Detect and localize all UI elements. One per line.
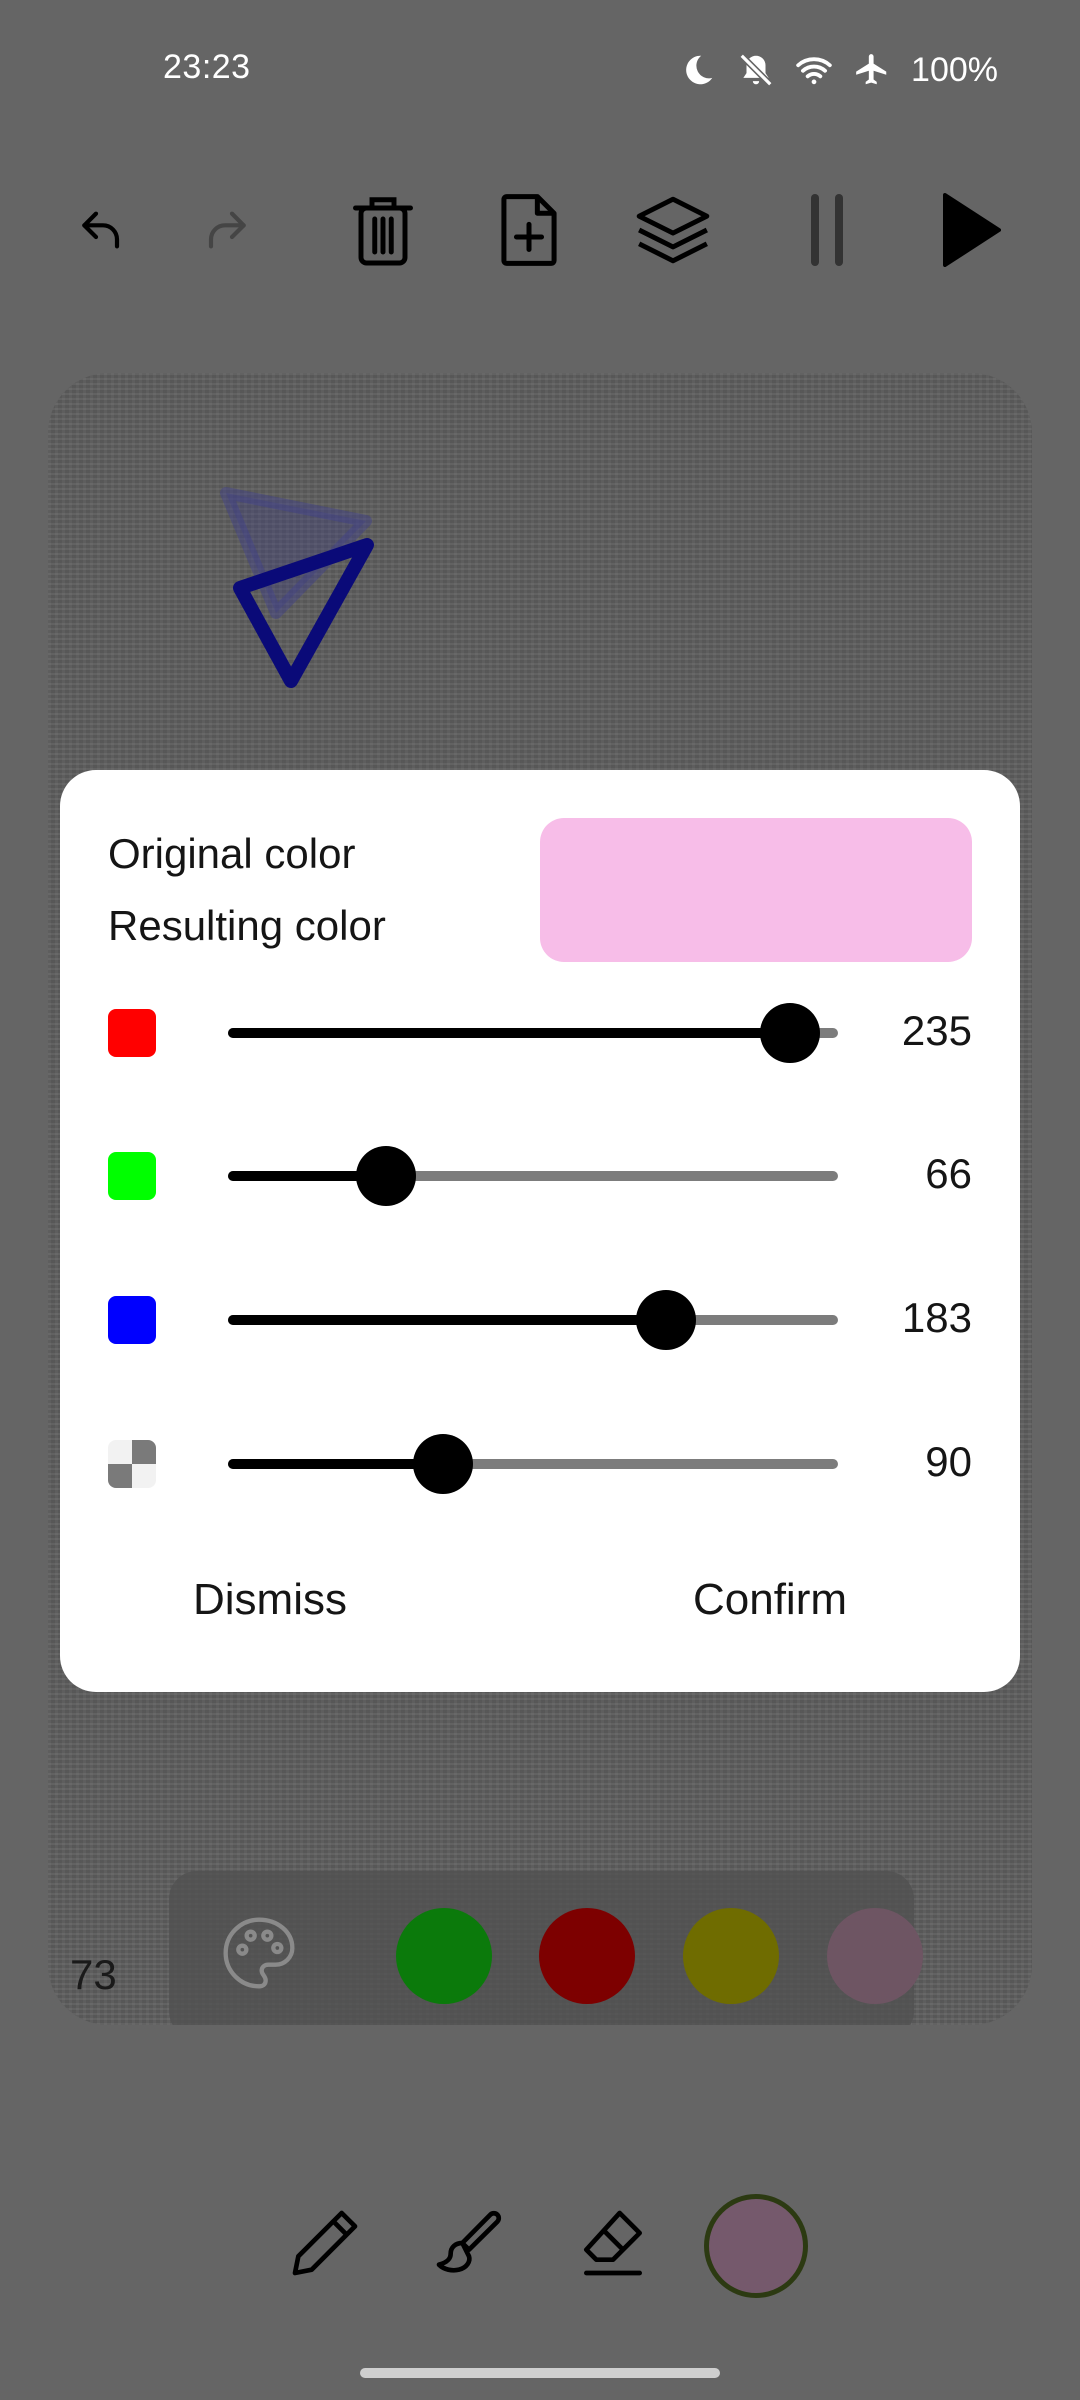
- top-toolbar: [0, 170, 1080, 290]
- palette-button[interactable]: [209, 1905, 309, 2005]
- green-value: 66: [925, 1150, 972, 1197]
- layers-button[interactable]: [618, 170, 728, 290]
- trash-icon: [350, 191, 416, 269]
- blue-value: 183: [901, 1294, 972, 1341]
- color-picker-dialog: Original color Resulting color 235 66 18…: [60, 770, 1020, 1692]
- wifi-icon: [795, 51, 833, 89]
- play-button[interactable]: [916, 170, 1026, 290]
- pencil-button[interactable]: [270, 2180, 380, 2310]
- status-time: 23:23: [163, 48, 251, 86]
- green-slider-row: 66: [60, 1136, 1020, 1216]
- red-slider[interactable]: [228, 1003, 838, 1063]
- alpha-value: 90: [925, 1438, 972, 1485]
- dismiss-button[interactable]: Dismiss: [170, 1560, 370, 1640]
- new-page-button[interactable]: [474, 170, 584, 290]
- stroke-counter: 73: [70, 1951, 117, 1998]
- canvas-drawing: [220, 487, 374, 688]
- palette-swatch-pink[interactable]: [827, 1908, 923, 2004]
- brush-icon: [429, 2203, 509, 2288]
- pause-button[interactable]: [772, 170, 882, 290]
- undo-button[interactable]: [48, 170, 158, 290]
- pause-icon: [807, 194, 847, 266]
- green-slider[interactable]: [228, 1146, 838, 1206]
- red-slider-thumb[interactable]: [760, 1003, 821, 1063]
- color-palette: [169, 1871, 923, 2025]
- blue-slider-row: 183: [60, 1280, 1020, 1360]
- bottom-toolbar: [0, 2180, 1080, 2310]
- resulting-color-label: Resulting color: [108, 902, 386, 949]
- brush-button[interactable]: [414, 2180, 524, 2310]
- battery-text: 100%: [911, 50, 998, 89]
- status-icons: 100%: [679, 48, 998, 92]
- moon-icon: [679, 51, 717, 89]
- airplane-icon: [853, 51, 891, 89]
- eraser-button[interactable]: [558, 2180, 668, 2310]
- play-icon: [941, 193, 1001, 267]
- red-slider-fill: [228, 1028, 791, 1038]
- confirm-button[interactable]: Confirm: [660, 1560, 880, 1640]
- green-slider-thumb[interactable]: [355, 1146, 416, 1206]
- color-preview: [540, 818, 972, 962]
- new-page-icon: [498, 191, 560, 269]
- alpha-slider-row: 90: [60, 1424, 1020, 1504]
- palette-icon: [219, 1913, 299, 1998]
- redo-button[interactable]: [170, 170, 280, 290]
- home-indicator[interactable]: [360, 2368, 720, 2378]
- current-color-button[interactable]: [704, 2194, 808, 2298]
- green-swatch: [108, 1152, 156, 1200]
- undo-icon: [75, 202, 131, 258]
- blue-slider-thumb[interactable]: [635, 1290, 696, 1350]
- red-value: 235: [901, 1007, 972, 1054]
- red-slider-row: 235: [60, 993, 1020, 1073]
- alpha-checker-icon: [108, 1440, 156, 1488]
- bell-off-icon: [737, 51, 775, 89]
- status-bar: 23:23 100%: [0, 0, 1080, 140]
- alpha-slider-thumb[interactable]: [413, 1434, 474, 1494]
- layers-icon: [633, 193, 713, 267]
- alpha-slider-fill: [228, 1459, 444, 1469]
- blue-swatch: [108, 1296, 156, 1344]
- eraser-icon: [573, 2203, 653, 2288]
- clear-button[interactable]: [328, 170, 438, 290]
- blue-slider[interactable]: [228, 1290, 838, 1350]
- palette-swatch-red[interactable]: [539, 1908, 635, 2004]
- blue-slider-fill: [228, 1315, 666, 1325]
- alpha-slider[interactable]: [228, 1434, 838, 1494]
- palette-swatch-green[interactable]: [396, 1908, 492, 2004]
- palette-swatch-yellow[interactable]: [683, 1908, 779, 2004]
- red-swatch: [108, 1009, 156, 1057]
- pencil-icon: [285, 2203, 365, 2288]
- redo-icon: [197, 202, 253, 258]
- original-color-label: Original color: [108, 830, 356, 877]
